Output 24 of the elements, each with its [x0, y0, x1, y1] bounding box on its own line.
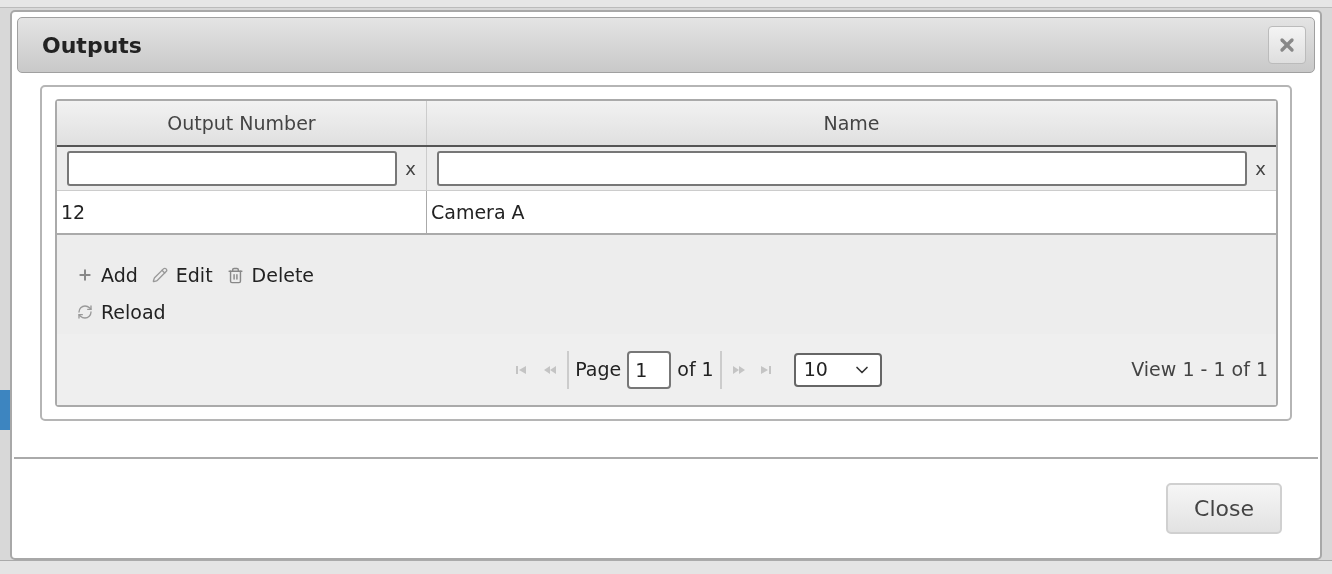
dialog-title: Outputs — [42, 31, 142, 60]
pencil-icon — [151, 267, 168, 284]
trash-icon — [226, 266, 244, 284]
reload-button[interactable]: Reload — [77, 297, 166, 326]
table-cell: 12 — [57, 191, 427, 233]
filter-field[interactable] — [67, 151, 398, 186]
delete-button[interactable]: Delete — [226, 261, 315, 290]
table-cell-text: Camera A — [430, 199, 526, 225]
column-header[interactable]: Output Number — [57, 101, 427, 145]
filter-field[interactable] — [437, 151, 1248, 186]
close-icon-button[interactable] — [1268, 26, 1306, 64]
page-number-field[interactable]: 1 — [627, 350, 672, 389]
reload-icon — [77, 303, 93, 320]
edit-button[interactable]: Edit — [151, 261, 213, 290]
column-header[interactable]: Name — [427, 101, 1276, 145]
record-count: View 1 - 1 of 1 — [1131, 357, 1268, 383]
page-label: Page — [575, 357, 622, 383]
page-size-select[interactable]: 10 — [793, 352, 882, 387]
close-icon — [1277, 35, 1297, 55]
clear-filter-button[interactable]: x — [403, 155, 418, 182]
close-button[interactable]: Close — [1166, 483, 1282, 534]
page-count: of 1 — [677, 357, 714, 383]
clear-filter-button[interactable]: x — [1253, 155, 1268, 182]
add-button[interactable]: Add — [77, 261, 138, 290]
